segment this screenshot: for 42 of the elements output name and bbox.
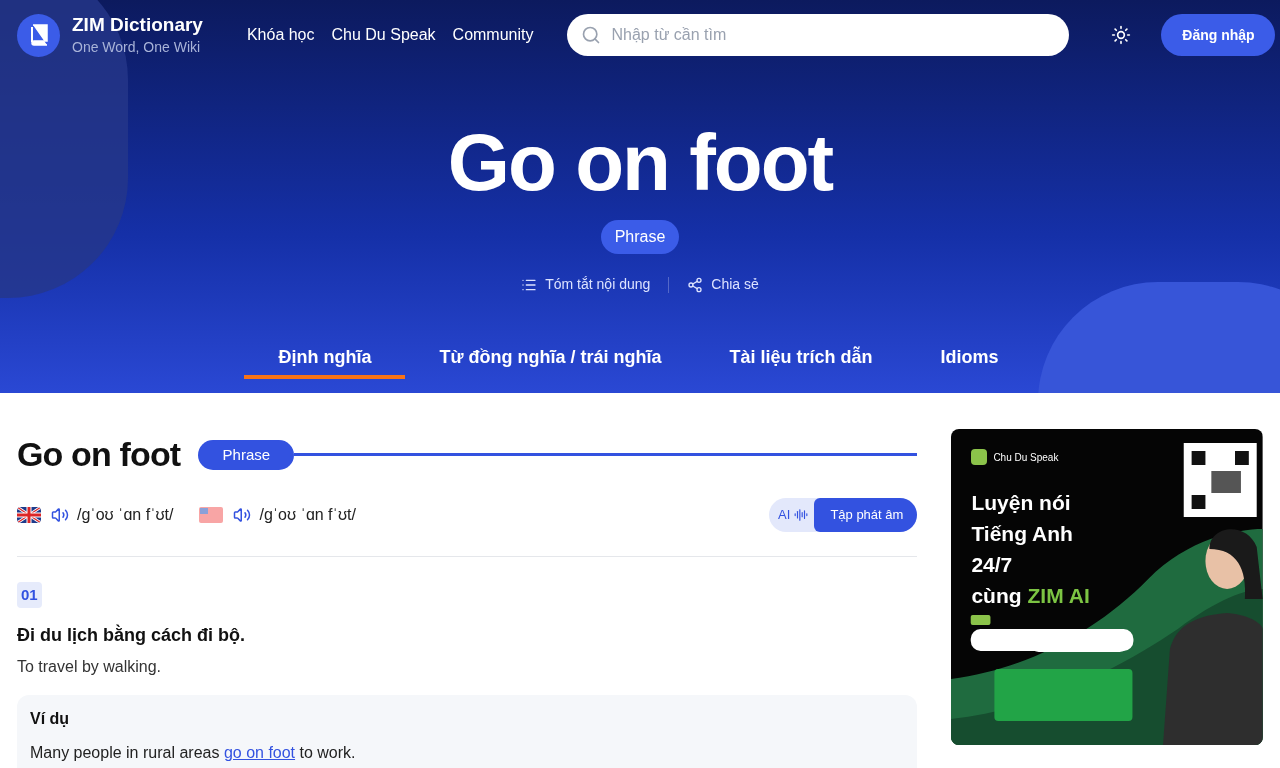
ad-brand: Chu Du Speak <box>993 450 1059 465</box>
definition-vietnamese: Đi du lịch bằng cách đi bộ. <box>17 623 246 647</box>
nav-link[interactable]: Chu Du Speak <box>331 23 436 47</box>
pronunciation-practice-button[interactable]: AI Tập phát âm <box>769 498 918 532</box>
entry-title: Go on foot <box>17 434 181 475</box>
tab[interactable]: Định nghĩa <box>244 339 406 379</box>
nav-link[interactable]: Khóa học <box>246 23 315 47</box>
phrase-badge: Phrase <box>600 220 680 254</box>
us-flag-icon <box>199 507 224 523</box>
search-icon <box>581 25 602 45</box>
brand-name[interactable]: ZIM Dictionary <box>72 13 203 37</box>
ipa-text: /ɡˈoʊ ˈɑn fˈʊt/ <box>259 505 356 525</box>
login-button[interactable]: Đăng nhập <box>1161 14 1276 56</box>
chu-du-logo-icon <box>971 449 988 465</box>
example-heading: Ví dụ <box>30 709 71 729</box>
ad-headline: 24/7 <box>971 552 1014 578</box>
phrase-badge: Phrase <box>198 439 295 470</box>
share-button[interactable]: Chia sẻ <box>687 274 759 295</box>
brand-tagline: One Word, One Wiki <box>72 38 202 57</box>
ad-headline: Luyện nói <box>971 490 1072 516</box>
hero-title: Go on foot <box>447 118 833 208</box>
tab[interactable]: Idioms <box>906 339 1033 379</box>
theme-toggle-icon[interactable] <box>1111 25 1132 45</box>
tab[interactable]: Từ đồng nghĩa / trái nghĩa <box>405 339 696 379</box>
search-field[interactable]: Nhập từ cần tìm <box>567 14 1070 56</box>
ad-headline: cùng <box>971 583 1022 609</box>
share-icon <box>687 276 704 293</box>
ad-highlight: ZIM AI <box>1027 583 1090 609</box>
uk-flag-icon <box>17 507 41 523</box>
speaker-icon[interactable] <box>233 506 252 524</box>
ipa-text: /ɡˈoʊ ˈɑn fˈʊt/ <box>77 505 174 525</box>
definition-english: To travel by walking. <box>17 657 163 677</box>
phrase-link[interactable]: go on foot <box>223 744 296 761</box>
example-sentence: Many people in rural areas go on foot to work. <box>30 743 357 763</box>
tab[interactable]: Tài liệu trích dẫn <box>695 339 907 379</box>
summary-button[interactable]: Tóm tắt nội dung <box>521 274 651 295</box>
sound-wave-icon <box>794 508 809 522</box>
sense-number: 01 <box>17 582 42 608</box>
nav-link[interactable]: Community <box>452 23 534 47</box>
ad-headline: Tiếng Anh <box>971 521 1074 547</box>
advertisement-banner[interactable]: Chu Du Speak Luyện nói Tiếng Anh 24/7 cùng ZIM AI <box>951 429 1263 745</box>
speaker-icon[interactable] <box>51 506 69 524</box>
